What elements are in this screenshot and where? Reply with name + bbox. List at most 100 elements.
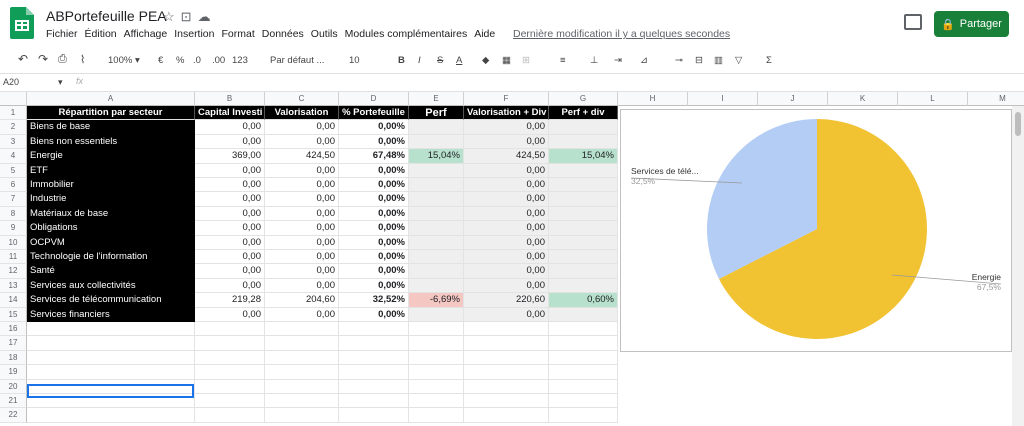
bold-button[interactable]: B (398, 55, 405, 66)
row-header-6[interactable]: 6 (0, 178, 27, 193)
table-cell[interactable]: 0,00 (464, 192, 549, 207)
table-cell[interactable]: 0,00 (195, 178, 265, 193)
table-cell[interactable]: Technologie de l'information (27, 250, 195, 265)
table-cell[interactable]: 0,00 (464, 307, 549, 322)
table-cell[interactable]: Services de télécommunication (27, 293, 195, 308)
menu-fichier[interactable]: Fichier (46, 28, 78, 40)
table-header-cell[interactable]: % Portefeuille (339, 106, 409, 121)
table-cell[interactable]: 0,00 (195, 206, 265, 222)
row-header-16[interactable]: 16 (0, 322, 27, 337)
table-cell[interactable]: 0,00 (265, 134, 339, 150)
table-cell[interactable]: 0,00 (265, 307, 339, 322)
empty-cell[interactable] (27, 408, 195, 423)
column-header-j[interactable]: J (758, 92, 828, 106)
merge-cells-icon[interactable]: ⊞ (522, 55, 530, 66)
table-cell[interactable] (409, 120, 464, 135)
menu-modules[interactable]: Modules complémentaires (345, 28, 468, 40)
empty-cell[interactable] (265, 379, 339, 394)
row-header-14[interactable]: 14 (0, 293, 27, 308)
column-header-k[interactable]: K (828, 92, 898, 106)
column-header-d[interactable]: D (339, 92, 409, 106)
table-cell[interactable] (549, 264, 618, 279)
table-cell[interactable]: 0,00 (464, 120, 549, 135)
table-cell[interactable]: 0,00 (195, 264, 265, 279)
table-cell[interactable] (409, 134, 464, 150)
pie-chart[interactable]: Energie 67,5% Services de télé... 32,5% (620, 109, 1012, 352)
zoom-select[interactable]: 100% (108, 55, 132, 66)
menu-outils[interactable]: Outils (311, 28, 338, 40)
empty-cell[interactable] (339, 365, 409, 380)
row-header-17[interactable]: 17 (0, 336, 27, 351)
table-cell[interactable]: 0,00 (265, 206, 339, 222)
table-cell[interactable]: 0,00% (339, 163, 409, 178)
empty-cell[interactable] (339, 336, 409, 351)
empty-cell[interactable] (265, 322, 339, 337)
table-cell[interactable]: 0,00% (339, 178, 409, 193)
table-cell[interactable]: 0,00% (339, 307, 409, 322)
table-cell[interactable]: 0,00% (339, 250, 409, 265)
table-cell[interactable] (549, 235, 618, 250)
table-cell[interactable] (409, 192, 464, 207)
table-cell[interactable]: 0,00 (265, 278, 339, 294)
table-cell[interactable] (549, 178, 618, 193)
table-cell[interactable]: 0,00 (464, 250, 549, 265)
empty-cell[interactable] (409, 322, 464, 337)
empty-cell[interactable] (27, 350, 195, 366)
italic-button[interactable]: I (418, 55, 421, 66)
empty-cell[interactable] (265, 408, 339, 423)
table-cell[interactable] (549, 307, 618, 322)
table-cell[interactable]: Biens de base (27, 120, 195, 135)
table-cell[interactable]: 0,00% (339, 221, 409, 236)
column-header-e[interactable]: E (409, 92, 464, 106)
move-folder-icon[interactable]: ⊡ (181, 9, 192, 25)
empty-cell[interactable] (549, 394, 618, 409)
vertical-scrollbar[interactable] (1012, 106, 1024, 426)
column-header-g[interactable]: G (549, 92, 618, 106)
table-cell[interactable]: 0,00 (464, 163, 549, 178)
table-cell[interactable]: Biens non essentiels (27, 134, 195, 150)
table-cell[interactable]: ETF (27, 163, 195, 178)
table-cell[interactable] (409, 163, 464, 178)
table-cell[interactable]: 67,48% (339, 149, 409, 164)
empty-cell[interactable] (339, 394, 409, 409)
row-header-8[interactable]: 8 (0, 206, 27, 222)
increase-decimal-button[interactable]: .00 (212, 55, 225, 66)
paint-format-icon[interactable]: ⌇ (80, 53, 85, 66)
star-icon[interactable]: ☆ (163, 9, 175, 25)
redo-icon[interactable]: ↷ (38, 52, 48, 66)
table-cell[interactable]: 0,00 (265, 120, 339, 135)
table-cell[interactable]: 0,00 (265, 264, 339, 279)
empty-cell[interactable] (549, 350, 618, 366)
empty-cell[interactable] (464, 379, 549, 394)
empty-cell[interactable] (549, 408, 618, 423)
table-cell[interactable]: 0,00% (339, 134, 409, 150)
print-icon[interactable]: ⎙ (58, 53, 67, 66)
row-header-1[interactable]: 1 (0, 106, 27, 121)
menu-insertion[interactable]: Insertion (174, 28, 214, 40)
column-header-a[interactable]: A (27, 92, 195, 106)
table-cell[interactable] (409, 206, 464, 222)
empty-cell[interactable] (409, 336, 464, 351)
table-cell[interactable]: 424,50 (464, 149, 549, 164)
empty-cell[interactable] (464, 408, 549, 423)
empty-cell[interactable] (27, 336, 195, 351)
table-header-cell[interactable]: Valorisation + Div (464, 106, 549, 121)
empty-cell[interactable] (464, 365, 549, 380)
table-cell[interactable]: 0,00 (265, 250, 339, 265)
table-cell[interactable]: Industrie (27, 192, 195, 207)
table-cell[interactable]: 424,50 (265, 149, 339, 164)
table-cell[interactable]: 0,00 (195, 134, 265, 150)
row-header-2[interactable]: 2 (0, 120, 27, 135)
table-cell[interactable]: 32,52% (339, 293, 409, 308)
table-cell[interactable]: 15,04% (409, 149, 464, 164)
undo-icon[interactable]: ↶ (18, 52, 28, 66)
empty-cell[interactable] (409, 365, 464, 380)
empty-cell[interactable] (195, 379, 265, 394)
table-cell[interactable]: Services aux collectivités (27, 278, 195, 294)
table-cell[interactable]: 204,60 (265, 293, 339, 308)
empty-cell[interactable] (339, 322, 409, 337)
table-cell[interactable]: 0,00 (265, 192, 339, 207)
functions-button[interactable]: Σ (766, 55, 772, 66)
table-cell[interactable]: Energie (27, 149, 195, 164)
table-cell[interactable]: Santé (27, 264, 195, 279)
